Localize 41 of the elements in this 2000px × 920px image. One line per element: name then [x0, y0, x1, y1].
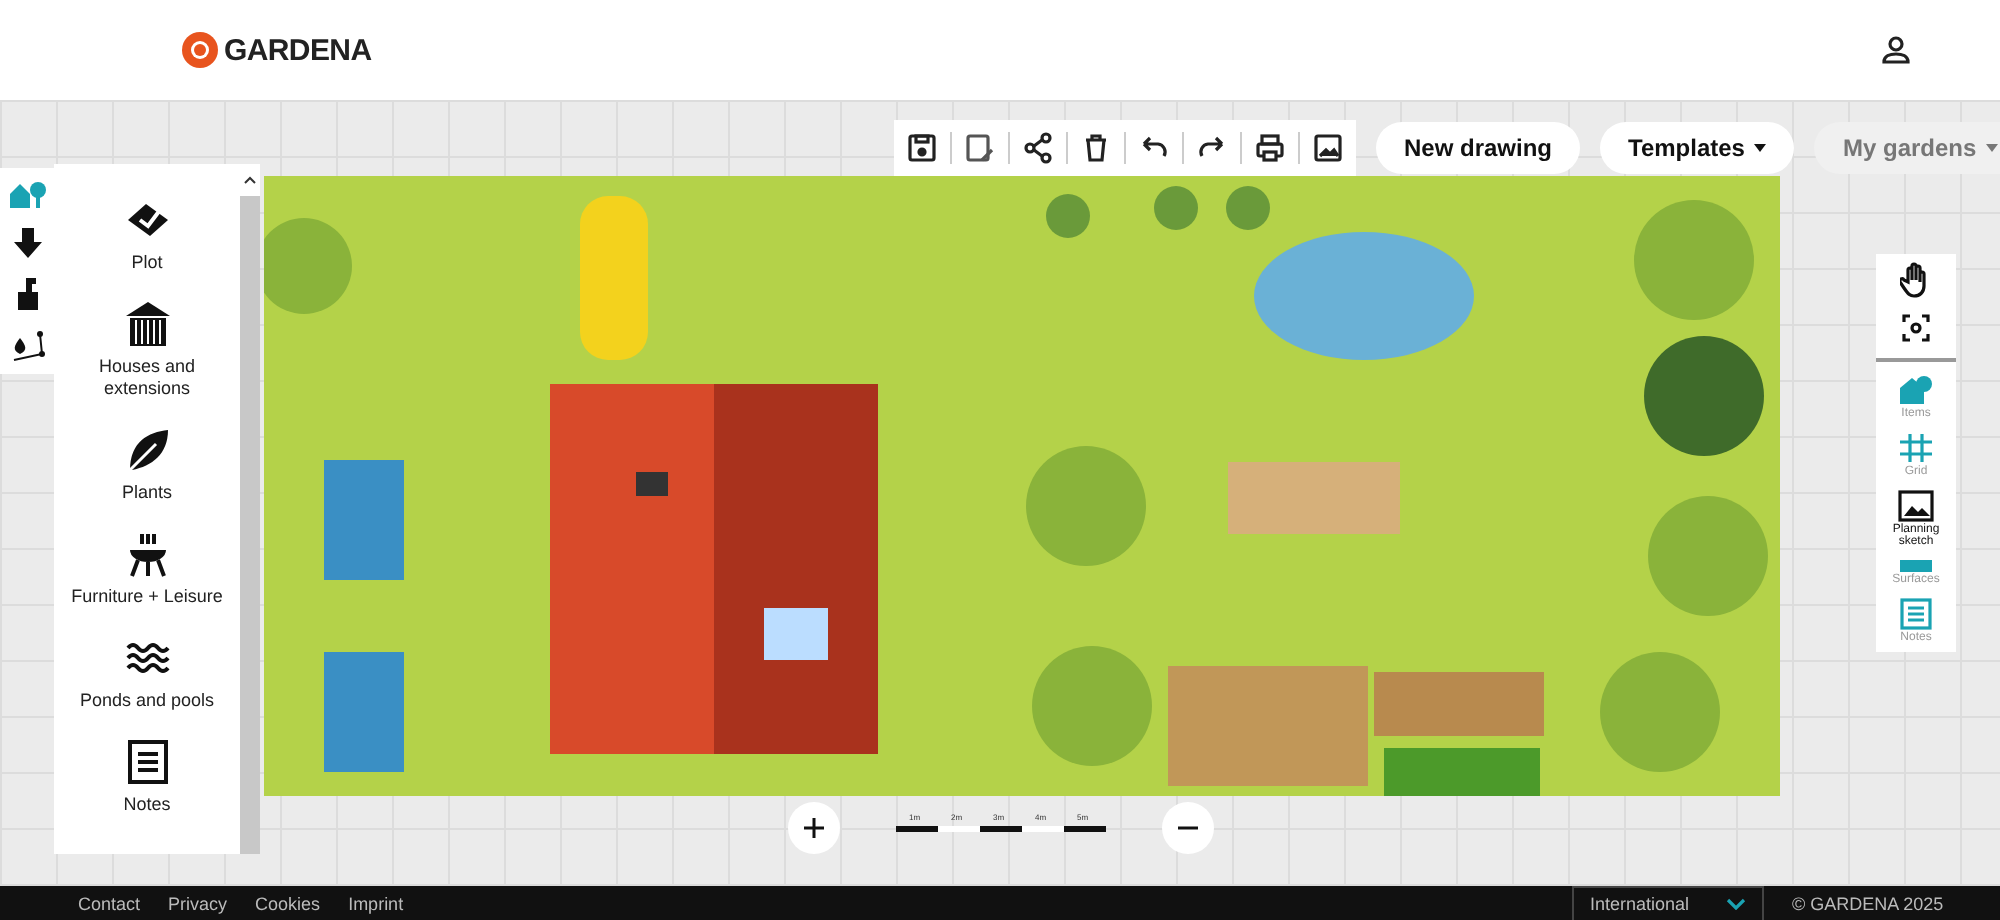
zoom-out-button[interactable]	[1161, 802, 1213, 854]
category-item[interactable]: Notes	[57, 738, 237, 816]
garden-plan-drawing[interactable]	[264, 176, 1780, 796]
save-as-icon[interactable]	[964, 132, 996, 164]
focus-icon[interactable]	[1902, 314, 1930, 342]
category-item[interactable]: Plot	[57, 196, 237, 274]
category-item[interactable]: Plants	[57, 426, 237, 504]
dropdown-button[interactable]: Templates	[1600, 122, 1795, 174]
house-icon	[123, 300, 171, 348]
minus-icon	[1177, 826, 1197, 830]
chevron-up-icon[interactable]	[244, 176, 256, 184]
user-icon[interactable]	[1882, 36, 1910, 64]
footer-link[interactable]: Contact	[78, 893, 141, 913]
zoom-in-button[interactable]	[787, 802, 839, 854]
grid-icon	[1898, 432, 1934, 464]
region-select[interactable]: International	[1572, 886, 1764, 920]
image-icon[interactable]	[1312, 132, 1344, 164]
footer-link[interactable]: Imprint	[348, 893, 404, 913]
chevron-down-icon	[1726, 898, 1746, 910]
share-icon[interactable]	[1022, 132, 1054, 164]
footer-link[interactable]: Privacy	[168, 893, 228, 913]
notes-icon	[123, 738, 171, 786]
category-item[interactable]: Furniture + Leisure	[57, 530, 237, 608]
flower-logo-icon	[180, 30, 220, 70]
scrollbar[interactable]	[240, 164, 260, 854]
delete-icon[interactable]	[1080, 132, 1112, 164]
plus-icon	[803, 818, 823, 838]
category-item[interactable]: Houses and extensions	[57, 300, 237, 400]
brand-name[interactable]: GARDENA	[224, 33, 372, 67]
notes-icon	[1898, 598, 1934, 630]
surface-icon	[1898, 560, 1934, 572]
hand-icon[interactable]	[1900, 262, 1932, 298]
category-item[interactable]: Ponds and pools	[57, 634, 237, 712]
houses-trees-icon[interactable]	[7, 176, 47, 212]
image-icon	[1898, 490, 1934, 522]
copyright-text: © GARDENA 2025	[1792, 893, 1946, 913]
save-icon[interactable]	[906, 132, 938, 164]
footer-link[interactable]: Cookies	[255, 893, 321, 913]
print-icon[interactable]	[1254, 132, 1286, 164]
house-icon	[1898, 374, 1934, 406]
new-drawing-button[interactable]: New drawing	[1376, 122, 1581, 174]
